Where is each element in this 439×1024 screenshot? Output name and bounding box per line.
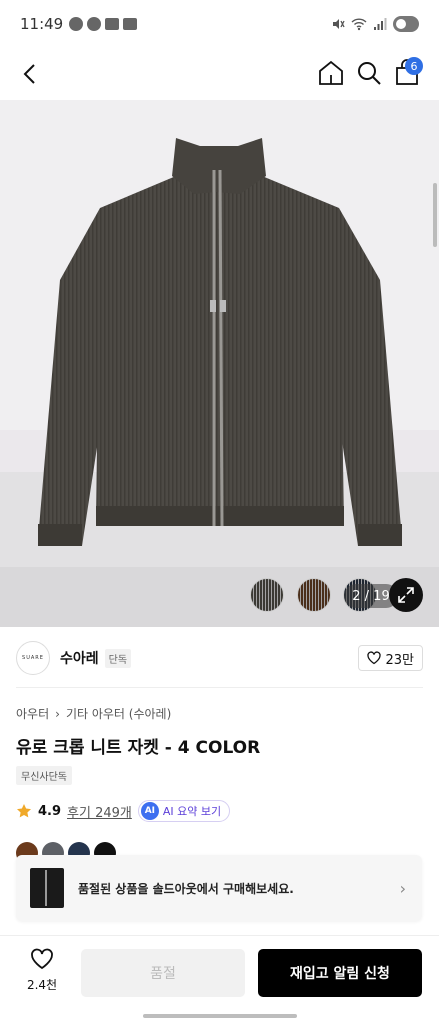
- cart-count-badge: 6: [405, 57, 423, 75]
- brand-like-button[interactable]: 23만: [358, 645, 423, 671]
- color-thumb-2[interactable]: [297, 578, 331, 612]
- product-image: [38, 138, 402, 546]
- breadcrumb-item-other-outer[interactable]: 기타 아우터 (수아레): [66, 705, 171, 722]
- bottom-action-bar: 2.4천 품절 재입고 알림 신청: [0, 935, 439, 1024]
- brand-exclusive-tag: 단독: [104, 648, 132, 668]
- chevron-right-icon: ›: [55, 706, 60, 721]
- product-title: 유로 크롭 니트 자켓 - 4 COLOR: [16, 738, 261, 758]
- sim-notification-icon: [123, 18, 138, 30]
- heart-icon: [31, 948, 53, 970]
- wishlist-button[interactable]: 2.4천: [20, 948, 64, 993]
- wishlist-count: 2.4천: [26, 978, 58, 992]
- soldout-banner[interactable]: 품절된 상품을 솔드아웃에서 구매해보세요. ›: [16, 855, 422, 921]
- status-time: 11:49: [20, 15, 64, 33]
- home-icon[interactable]: [316, 58, 346, 88]
- banner-product-thumbnail: [30, 868, 64, 908]
- product-image-gallery[interactable]: [0, 100, 439, 627]
- color-thumb-1[interactable]: [250, 578, 284, 612]
- expand-image-button[interactable]: [389, 578, 423, 612]
- ai-icon: AI: [140, 802, 159, 820]
- reviews-link[interactable]: 후기 249개: [67, 802, 132, 821]
- divider: [16, 687, 423, 688]
- app-notification-icon: [105, 18, 120, 30]
- star-icon: [17, 804, 31, 818]
- banner-text: 품절된 상품을 솔드아웃에서 구매해보세요.: [78, 881, 294, 896]
- rating-score: 4.9: [38, 803, 62, 819]
- chevron-right-icon: ›: [399, 878, 406, 898]
- musinsa-exclusive-tag: 무신사단독: [16, 766, 72, 785]
- brand-name[interactable]: 수아레: [60, 648, 99, 668]
- restock-notify-button[interactable]: 재입고 알림 신청: [258, 949, 422, 997]
- chat-notification-icon: [69, 17, 84, 31]
- breadcrumb-item-outer[interactable]: 아우터: [16, 705, 49, 722]
- home-indicator[interactable]: [143, 1014, 297, 1018]
- back-icon[interactable]: [16, 60, 44, 88]
- rating-row: 4.9 후기 249개 AI AI 요약 보기: [16, 800, 231, 822]
- brand-row: SUARE 수아레 단독 23만: [16, 640, 423, 676]
- app-bar: [0, 48, 439, 100]
- search-icon[interactable]: [354, 58, 384, 88]
- brand-like-count: 23만: [385, 652, 414, 668]
- talk-notification-icon: [87, 17, 102, 31]
- scrollbar[interactable]: [433, 183, 437, 247]
- expand-icon: [398, 587, 414, 603]
- brand-logo[interactable]: SUARE: [16, 641, 50, 675]
- ai-summary-button[interactable]: AI AI 요약 보기: [137, 800, 231, 822]
- ai-summary-label: AI 요약 보기: [162, 805, 222, 818]
- battery-icon: [393, 16, 419, 32]
- breadcrumb: 아우터 › 기타 아우터 (수아레): [16, 705, 171, 722]
- signal-icon: [374, 18, 387, 30]
- status-bar: 11:49: [0, 0, 439, 48]
- mute-icon: [333, 19, 345, 29]
- heart-icon: [367, 651, 382, 665]
- soldout-button: 품절: [81, 949, 245, 997]
- wifi-icon: [351, 18, 367, 31]
